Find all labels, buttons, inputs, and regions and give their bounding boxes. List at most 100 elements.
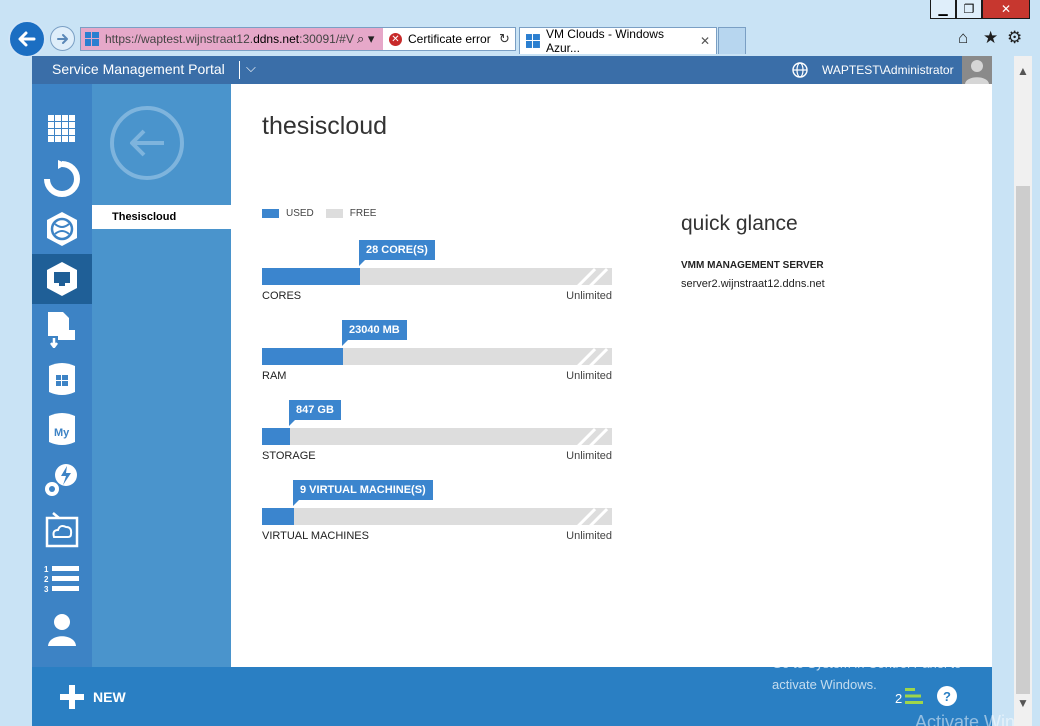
nav-automation[interactable] (32, 154, 92, 204)
back-circle-button[interactable] (110, 106, 184, 180)
metric-label: VIRTUAL MACHINES (262, 530, 369, 542)
arrow-left-icon (130, 129, 164, 157)
metric-limit: Unlimited (566, 290, 612, 302)
help-icon[interactable]: ? (937, 686, 957, 706)
nav-service-bus[interactable] (32, 304, 92, 354)
arrow-right-icon (56, 33, 68, 44)
plus-icon[interactable] (60, 685, 84, 709)
metric-limit: Unlimited (566, 370, 612, 382)
address-bar[interactable]: https://waptest.wijnstraat12.ddns.net:30… (80, 27, 516, 51)
command-bar: NEW 2 ? (32, 667, 992, 726)
user-name[interactable]: WAPTEST\Administrator (822, 63, 954, 77)
usage-tag: 23040 MB (342, 320, 407, 346)
url-field[interactable]: https://waptest.wijnstraat12.ddns.net:30… (81, 28, 383, 50)
home-icon[interactable]: ⌂ (958, 28, 968, 48)
refresh-cycle-icon (44, 160, 80, 197)
browser-chrome: ▁ ❐ ✕ https://waptest.wijnstraat12.ddns.… (0, 0, 1040, 58)
browser-back-button[interactable] (8, 20, 46, 58)
certificate-error-button[interactable]: ✕ Certificate error (389, 28, 491, 50)
svg-text:3: 3 (44, 585, 49, 594)
document-transfer-icon (48, 312, 75, 348)
error-icon: ✕ (389, 32, 402, 46)
search-dropdown-icon[interactable]: ⌕ ▾ (357, 31, 374, 47)
usage-tag: 9 VIRTUAL MACHINE(S) (293, 480, 433, 506)
close-window-button[interactable]: ✕ (982, 0, 1030, 19)
nav-virtual-machines[interactable] (32, 254, 92, 304)
cloud-subnav: Thesiscloud (92, 84, 231, 667)
scroll-down-arrow-icon[interactable]: ▼ (1014, 696, 1032, 716)
refresh-icon[interactable]: ↻ (499, 31, 510, 47)
nav-all-items[interactable] (32, 104, 92, 154)
metric-ram: 23040 MB RAM Unlimited (262, 320, 612, 384)
certificate-error-label: Certificate error (408, 32, 491, 46)
windows-logo-icon (85, 32, 99, 46)
nav-cloud-plans[interactable] (32, 504, 92, 554)
usage-bar-fill (262, 508, 294, 525)
gear-lightning-icon (45, 464, 77, 496)
legend-free-label: FREE (349, 208, 377, 219)
svg-text:My: My (54, 427, 70, 439)
legend-used-label: USED (286, 208, 314, 219)
usage-bar (262, 268, 612, 285)
usage-bar-fill (262, 428, 290, 445)
nav-mysql[interactable]: My (32, 404, 92, 454)
globe-icon[interactable] (792, 62, 808, 78)
maximize-button[interactable]: ❐ (956, 0, 982, 19)
scroll-up-arrow-icon[interactable]: ▲ (1014, 64, 1032, 84)
cloud-dashboard: thesiscloud USED FREE 28 CORE(S) CORES U… (231, 84, 992, 667)
usage-legend: USED FREE (262, 208, 376, 219)
page-title: thesiscloud (262, 112, 388, 140)
scroll-thumb[interactable] (1016, 186, 1030, 694)
nav-user-accounts[interactable] (32, 604, 92, 654)
metric-limit: Unlimited (566, 450, 612, 462)
usage-bar-fill (262, 268, 360, 285)
vmm-server-value: server2.wijnstraat12.ddns.net (681, 278, 825, 290)
new-tab-button[interactable] (718, 27, 746, 54)
svg-text:1: 1 (44, 565, 49, 574)
minimize-button[interactable]: ▁ (930, 0, 956, 19)
usage-bar (262, 348, 612, 365)
watermark-echo: Activate Wind (915, 712, 1026, 726)
chevron-down-icon[interactable]: ⌵ (246, 60, 256, 76)
tab-vm-clouds[interactable]: VM Clouds - Windows Azur... ✕ (519, 27, 717, 55)
portal-title[interactable]: Service Management Portal (52, 61, 225, 77)
metric-cores: 28 CORE(S) CORES Unlimited (262, 240, 612, 304)
windows-logo-icon (526, 34, 540, 48)
metric-storage: 847 GB STORAGE Unlimited (262, 400, 612, 464)
gear-icon[interactable]: ⚙ (1007, 28, 1022, 48)
monitor-hex-icon (47, 262, 77, 296)
user-icon (48, 614, 76, 646)
new-button[interactable]: NEW (93, 689, 126, 705)
nav-automation-gear[interactable] (32, 454, 92, 504)
globe-hex-icon (47, 212, 77, 246)
metric-label: CORES (262, 290, 302, 302)
metric-label: RAM (262, 370, 287, 382)
metric-virtual-machines: 9 VIRTUAL MACHINE(S) VIRTUAL MACHINES Un… (262, 480, 612, 544)
user-silhouette-icon (965, 60, 989, 84)
nav-plans[interactable]: 1 2 3 (32, 554, 92, 604)
page-scrollbar[interactable]: ▲ ▼ (1014, 56, 1032, 726)
database-my-icon: My (49, 413, 75, 445)
vmm-server-label: VMM MANAGEMENT SERVER (681, 260, 824, 271)
header-divider (239, 61, 240, 79)
usage-bar-fill (262, 348, 343, 365)
nav-websites[interactable] (32, 204, 92, 254)
favorites-star-icon[interactable]: ★ (983, 28, 998, 48)
operations-count[interactable]: 2 (895, 691, 902, 706)
avatar[interactable] (962, 56, 992, 84)
metric-label: STORAGE (262, 450, 316, 462)
usage-tag: 28 CORE(S) (359, 240, 435, 266)
cloud-frame-icon (45, 512, 79, 548)
portal-header: Service Management Portal ⌵ WAPTEST\Admi… (32, 56, 992, 84)
arrow-left-icon (18, 31, 36, 47)
svg-text:2: 2 (44, 575, 49, 584)
usage-bar (262, 508, 612, 525)
legend-free-swatch (325, 209, 343, 218)
browser-forward-button[interactable] (50, 26, 75, 51)
metric-limit: Unlimited (566, 530, 612, 542)
nav-sql-server[interactable] (32, 354, 92, 404)
tab-close-icon[interactable]: ✕ (700, 34, 710, 48)
quick-glance-heading: quick glance (681, 212, 798, 235)
subnav-item-thesiscloud[interactable]: Thesiscloud (92, 205, 231, 229)
operations-icon[interactable] (905, 687, 923, 705)
